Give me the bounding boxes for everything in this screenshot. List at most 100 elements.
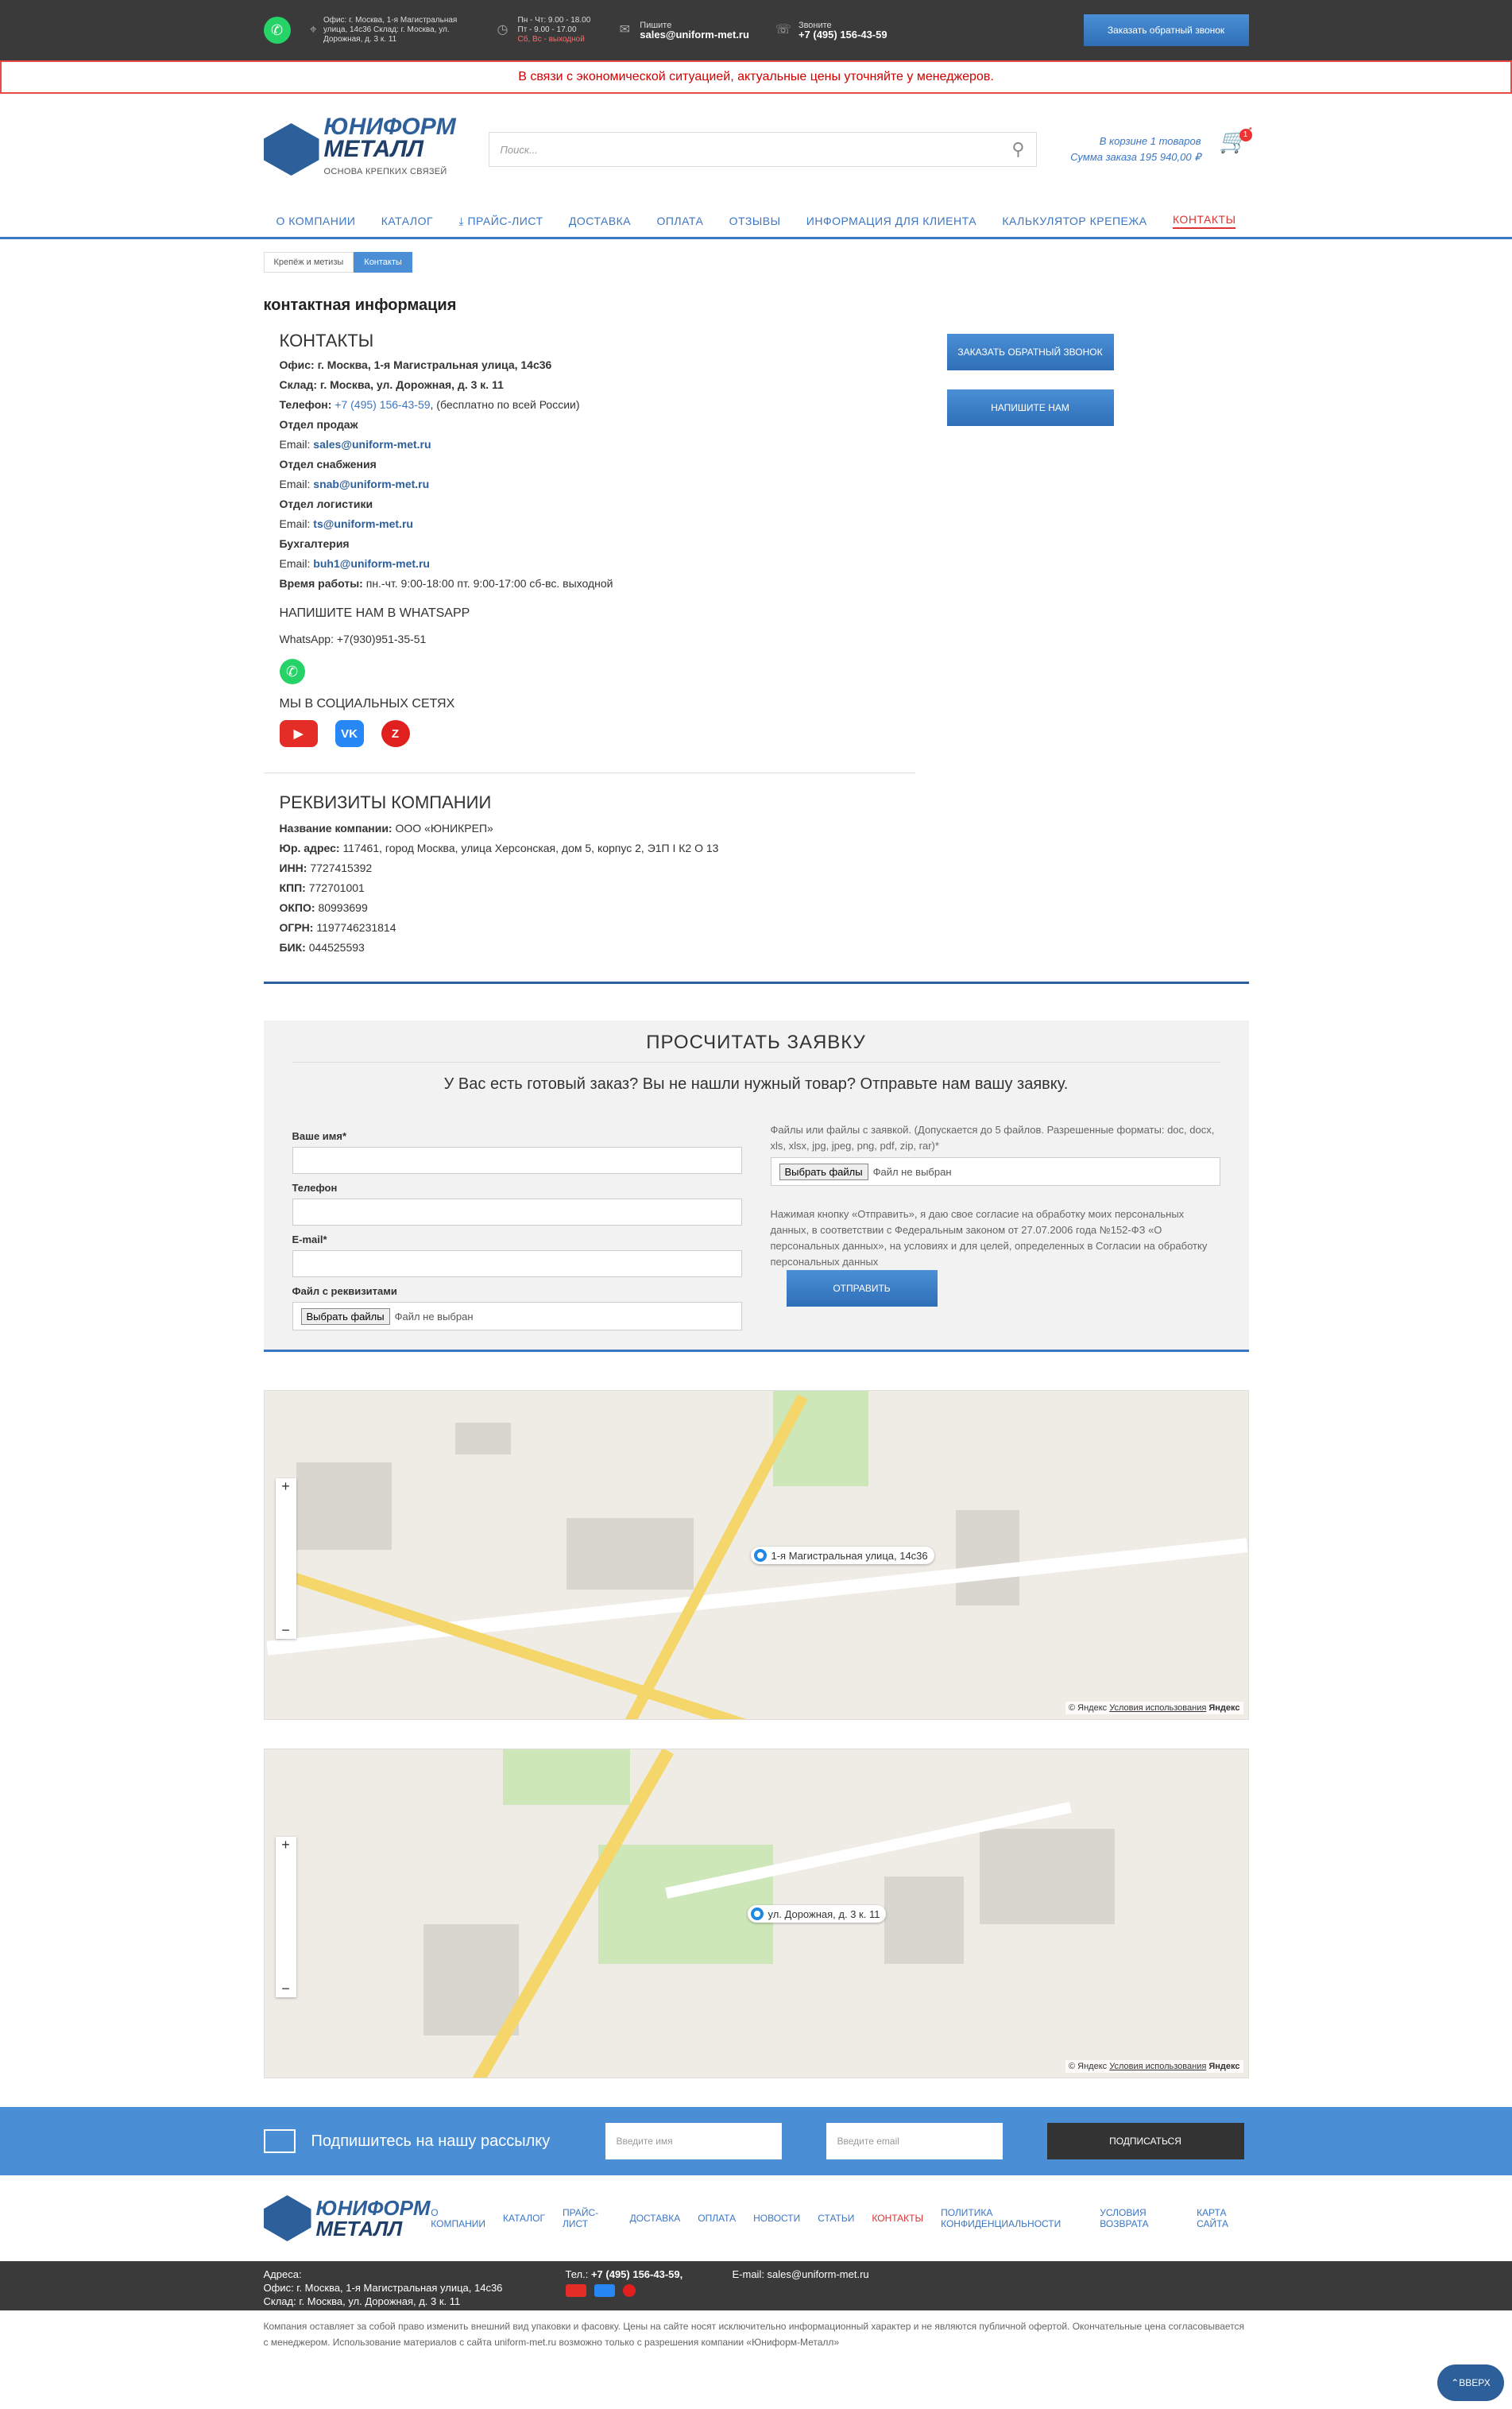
search-icon[interactable]: ⚲: [1011, 139, 1024, 160]
footer-link[interactable]: КАТАЛОГ: [503, 2213, 545, 2224]
zoom-in-icon[interactable]: +: [276, 1478, 296, 1495]
logistics-email-link[interactable]: ts@uniform-met.ru: [313, 517, 413, 530]
footer-nav: ЮНИФОРМ МЕТАЛЛ О КОМПАНИИ КАТАЛОГ ПРАЙС-Л…: [0, 2175, 1512, 2261]
location-icon: ⌖: [309, 23, 317, 37]
zoom-out-icon[interactable]: −: [276, 1981, 296, 1997]
callback-button[interactable]: Заказать обратный звонок: [1083, 14, 1249, 46]
whatsapp-icon[interactable]: ✆: [279, 659, 305, 684]
main-nav: О КОМПАНИИ КАТАЛОГ ⤓ ПРАЙС-ЛИСТ ДОСТАВКА…: [0, 205, 1512, 239]
location-pin-icon: [753, 1549, 767, 1562]
footer-link[interactable]: НОВОСТИ: [753, 2213, 800, 2224]
breadcrumb-current: Контакты: [354, 252, 412, 273]
location-pin-icon: [750, 1907, 764, 1920]
requisites-block: РЕКВИЗИТЫ КОМПАНИИ Название компании: ОО…: [264, 792, 1249, 958]
map-copyright: © Яндекс Условия использования Яндекс: [1065, 2060, 1243, 2073]
footer-link[interactable]: О КОМПАНИИ: [431, 2207, 485, 2229]
zoom-in-icon[interactable]: +: [276, 1837, 296, 1853]
nav-delivery[interactable]: ДОСТАВКА: [569, 215, 631, 227]
footer-link[interactable]: ДОСТАВКА: [630, 2213, 681, 2224]
phone-field[interactable]: [292, 1199, 742, 1226]
submit-button[interactable]: ОТПРАВИТЬ: [786, 1270, 938, 1307]
topbar-hours: ◷ Пн - Чт: 9.00 - 18.00 Пт - 9.00 - 17.0…: [494, 16, 591, 45]
arrow-up-icon: ⌃: [1451, 2377, 1460, 2388]
cart[interactable]: В корзине 1 товаров Сумма заказа 195 940…: [1070, 129, 1252, 165]
scroll-up-button[interactable]: ⌃ ВВЕРХ: [1437, 2364, 1504, 2401]
footer-link[interactable]: КАРТА САЙТА: [1197, 2207, 1248, 2229]
subscribe-name-input[interactable]: Введите имя: [605, 2123, 782, 2159]
order-files-input[interactable]: Выбрать файлы Файл не выбран: [770, 1157, 1220, 1186]
nav-reviews[interactable]: ОТЗЫВЫ: [729, 215, 781, 227]
footer-link[interactable]: ПРАЙС-ЛИСТ: [563, 2207, 613, 2229]
envelope-icon: ✉: [619, 23, 630, 37]
logo-mark-icon: [263, 123, 319, 176]
subscribe-email-input[interactable]: Введите email: [826, 2123, 1003, 2159]
requisites-heading: РЕКВИЗИТЫ КОМПАНИИ: [279, 792, 492, 812]
map-pin[interactable]: ул. Дорожная, д. 3 к. 11: [747, 1905, 887, 1923]
download-icon: ⤓: [458, 214, 468, 227]
whatsapp-icon[interactable]: ✆: [263, 17, 291, 44]
nav-payment[interactable]: ОПЛАТА: [656, 215, 703, 227]
nav-client-info[interactable]: ИНФОРМАЦИЯ ДЛЯ КЛИЕНТА: [806, 215, 976, 227]
vk-icon[interactable]: [594, 2284, 615, 2297]
logo[interactable]: ЮНИФОРМ МЕТАЛЛ ОСНОВА КРЕПКИХ СВЯЗЕЙ: [263, 115, 482, 183]
contacts-block: КОНТАКТЫ Офис: г. Москва, 1-я Магистраль…: [264, 323, 915, 747]
logo-mark-icon: [263, 2195, 311, 2241]
footer-logo[interactable]: ЮНИФОРМ МЕТАЛЛ: [263, 2195, 431, 2241]
whatsapp-heading: НАПИШИТЕ НАМ В WHATSAPP: [279, 606, 470, 620]
subscribe-bar: Подпишитесь на нашу рассылку Введите имя…: [0, 2107, 1512, 2175]
section-divider: [263, 982, 1249, 984]
sales-email-link[interactable]: sales@uniform-met.ru: [313, 438, 431, 451]
footer-link[interactable]: СТАТЬИ: [818, 2213, 854, 2224]
email-field[interactable]: [292, 1250, 742, 1277]
map-zoom-control[interactable]: + −: [275, 1478, 296, 1639]
order-callback-button[interactable]: ЗАКАЗАТЬ ОБРАТНЫЙ ЗВОНОК: [946, 334, 1114, 370]
requisites-file-input[interactable]: Выбрать файлы Файл не выбран: [292, 1302, 742, 1330]
header: ЮНИФОРМ МЕТАЛЛ ОСНОВА КРЕПКИХ СВЯЗЕЙ Пои…: [0, 94, 1512, 205]
zen-icon[interactable]: [622, 2284, 636, 2297]
zen-icon[interactable]: Z: [381, 720, 410, 747]
envelope-icon: [263, 2129, 296, 2153]
footer-link[interactable]: ОПЛАТА: [698, 2213, 736, 2224]
nav-catalog[interactable]: КАТАЛОГ: [381, 215, 433, 227]
nav-calculator[interactable]: КАЛЬКУЛЯТОР КРЕПЕЖА: [1002, 215, 1147, 227]
vk-icon[interactable]: VK: [334, 720, 364, 747]
name-field[interactable]: [292, 1147, 742, 1174]
contacts-heading: КОНТАКТЫ: [279, 331, 374, 351]
map-copyright: © Яндекс Условия использования Яндекс: [1065, 1702, 1243, 1714]
cart-icon[interactable]: 🛒 1: [1217, 129, 1252, 165]
youtube-icon[interactable]: [565, 2284, 586, 2297]
zoom-out-icon[interactable]: −: [276, 1622, 296, 1639]
content: Крепёж и метизы Контакты контактная инфо…: [263, 252, 1249, 2078]
order-heading: ПРОСЧИТАТЬ ЗАЯВКУ: [292, 1032, 1220, 1063]
topbar-email[interactable]: ✉ Пишите sales@uniform-met.ru: [616, 21, 749, 41]
map-pin[interactable]: 1-я Магистральная улица, 14с36: [750, 1547, 934, 1564]
map-office[interactable]: + − 1-я Магистральная улица, 14с36 © Янде…: [263, 1390, 1249, 1720]
breadcrumb-item[interactable]: Крепёж и метизы: [263, 252, 354, 273]
top-bar: ✆ ⌖ Офис: г. Москва, 1-я Магистральная у…: [0, 0, 1512, 60]
copyright-text: Компания оставляет за собой право измени…: [263, 2321, 1245, 2348]
footer-link[interactable]: ПОЛИТИКА КОНФИДЕНЦИАЛЬНОСТИ: [941, 2207, 1082, 2229]
breadcrumb: Крепёж и метизы Контакты: [263, 252, 1249, 273]
topbar-address: ⌖ Офис: г. Москва, 1-я Магистральная ули…: [309, 16, 458, 44]
map-warehouse[interactable]: + − ул. Дорожная, д. 3 к. 11 © Яндекс Усл…: [263, 1749, 1249, 2078]
write-us-button[interactable]: НАПИШИТЕ НАМ: [946, 389, 1114, 426]
cart-count-badge: 1: [1239, 129, 1252, 141]
order-form: ПРОСЧИТАТЬ ЗАЯВКУ У Вас есть готовый зак…: [263, 1021, 1249, 1352]
nav-contacts[interactable]: КОНТАКТЫ: [1172, 213, 1236, 229]
youtube-icon[interactable]: ▶: [279, 720, 318, 747]
topbar-phone[interactable]: ☏ Звоните +7 (495) 156-43-59: [775, 21, 887, 41]
clock-icon: ◷: [497, 23, 509, 37]
accounting-email-link[interactable]: buh1@uniform-met.ru: [313, 557, 430, 570]
phone-icon: ☏: [775, 23, 791, 37]
nav-price-list[interactable]: ⤓ ПРАЙС-ЛИСТ: [458, 215, 543, 228]
footer-link[interactable]: УСЛОВИЯ ВОЗВРАТА: [1100, 2207, 1179, 2229]
map-zoom-control[interactable]: + −: [275, 1837, 296, 1997]
price-notice: В связи с экономической ситуацией, актуа…: [0, 60, 1512, 94]
phone-link[interactable]: +7 (495) 156-43-59: [334, 398, 430, 411]
subscribe-button[interactable]: ПОДПИСАТЬСЯ: [1046, 2123, 1244, 2159]
footer-link[interactable]: КОНТАКТЫ: [872, 2213, 923, 2224]
search-input[interactable]: Поиск... ⚲: [488, 132, 1037, 167]
nav-about[interactable]: О КОМПАНИИ: [276, 215, 356, 227]
page-title: контактная информация: [263, 296, 457, 314]
supply-email-link[interactable]: snab@uniform-met.ru: [313, 478, 429, 490]
